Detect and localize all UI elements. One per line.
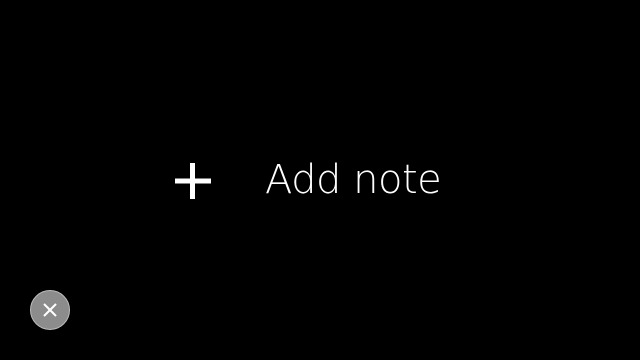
add-note-button[interactable]: Add note [160,148,460,212]
plus-icon [174,162,212,200]
close-button[interactable] [30,290,70,330]
close-icon [42,302,58,318]
glass-card-screen: Add note [0,0,640,360]
add-note-label: Add note [265,157,442,203]
